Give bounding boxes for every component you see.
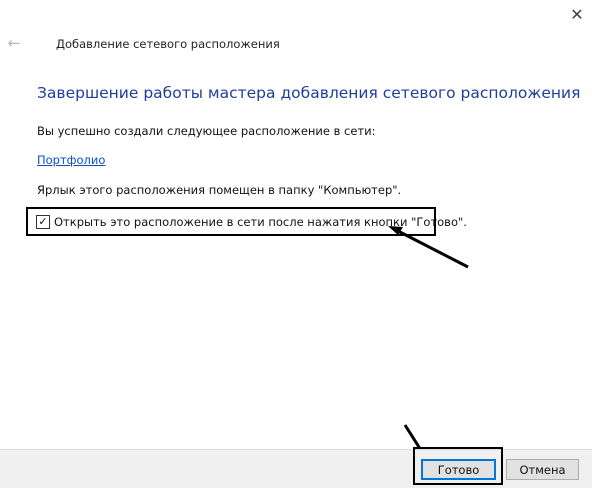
back-arrow-icon: ←	[7, 34, 21, 52]
success-message: Вы успешно создали следующее расположени…	[37, 124, 376, 138]
open-location-checkbox[interactable]: ✓	[36, 214, 50, 229]
back-button[interactable]: ←	[4, 34, 24, 52]
close-icon: ✕	[570, 4, 584, 24]
cancel-button[interactable]: Отмена	[506, 459, 579, 480]
window-title: Добавление сетевого расположения	[56, 37, 280, 51]
shortcut-message: Ярлык этого расположения помещен в папку…	[37, 183, 402, 197]
annotation-arrows	[388, 226, 469, 463]
open-location-option[interactable]: ✓ Открыть это расположение в сети после …	[26, 207, 467, 236]
wizard-heading: Завершение работы мастера добавления сет…	[37, 84, 581, 102]
wizard-window: ✕ ← Добавление сетевого расположения Зав…	[0, 0, 592, 488]
finish-button[interactable]: Готово	[421, 459, 496, 480]
network-location-link[interactable]: Портфолио	[37, 153, 105, 167]
wizard-footer	[0, 449, 592, 488]
close-button[interactable]: ✕	[562, 0, 592, 28]
open-location-label: Открыть это расположение в сети после на…	[54, 214, 467, 229]
checkmark-icon: ✓	[38, 215, 48, 228]
